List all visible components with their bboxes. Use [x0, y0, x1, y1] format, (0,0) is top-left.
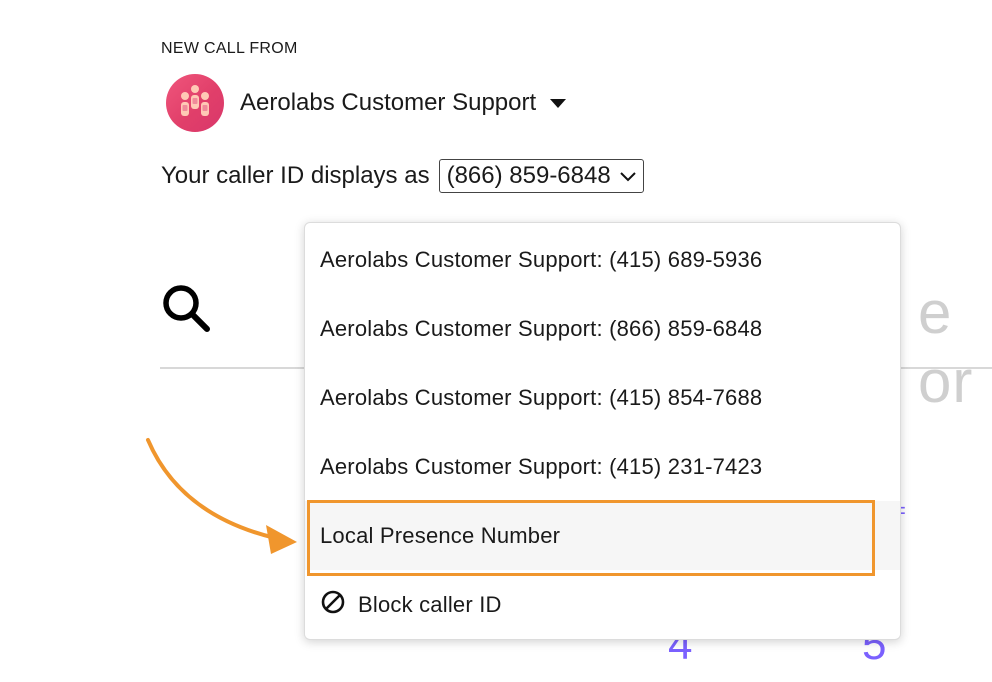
new-call-panel: NEW CALL FROM Aerolabs Customer Support …	[0, 0, 992, 682]
search-placeholder[interactable]: e or	[918, 278, 992, 416]
chevron-down-icon	[619, 162, 637, 190]
option-label: Aerolabs Customer Support: (866) 859-684…	[320, 315, 763, 341]
block-caller-id-option[interactable]: Block caller ID	[305, 570, 900, 639]
team-avatar-icon	[166, 74, 224, 132]
caret-down-icon[interactable]	[550, 98, 567, 108]
option-label: Aerolabs Customer Support: (415) 854-768…	[320, 384, 763, 410]
caller-id-option[interactable]: Aerolabs Customer Support: (415) 231-742…	[305, 432, 900, 501]
option-label: Aerolabs Customer Support: (415) 231-742…	[320, 453, 763, 479]
caller-id-label: Your caller ID displays as	[161, 162, 430, 189]
local-presence-option[interactable]: Local Presence Number	[305, 501, 900, 570]
caller-id-row: Your caller ID displays as (866) 859-684…	[161, 158, 644, 194]
block-icon	[320, 589, 346, 621]
search-icon[interactable]	[160, 282, 212, 334]
caller-id-dropdown-menu: Aerolabs Customer Support: (415) 689-593…	[304, 222, 901, 640]
caller-id-option[interactable]: Aerolabs Customer Support: (415) 689-593…	[305, 225, 900, 294]
caller-id-option[interactable]: Aerolabs Customer Support: (415) 854-768…	[305, 363, 900, 432]
option-label: Block caller ID	[358, 591, 502, 617]
caller-id-value: (866) 859-6848	[446, 162, 611, 189]
caller-id-option[interactable]: Aerolabs Customer Support: (866) 859-684…	[305, 294, 900, 363]
section-label: NEW CALL FROM	[161, 40, 298, 57]
option-label: Local Presence Number	[320, 522, 561, 548]
option-label: Aerolabs Customer Support: (415) 689-593…	[320, 246, 763, 272]
arrow-annotation-icon	[140, 430, 310, 565]
from-name: Aerolabs Customer Support	[240, 89, 537, 116]
from-selector[interactable]: Aerolabs Customer Support	[166, 74, 567, 132]
caller-id-select[interactable]: (866) 859-6848	[438, 159, 644, 193]
